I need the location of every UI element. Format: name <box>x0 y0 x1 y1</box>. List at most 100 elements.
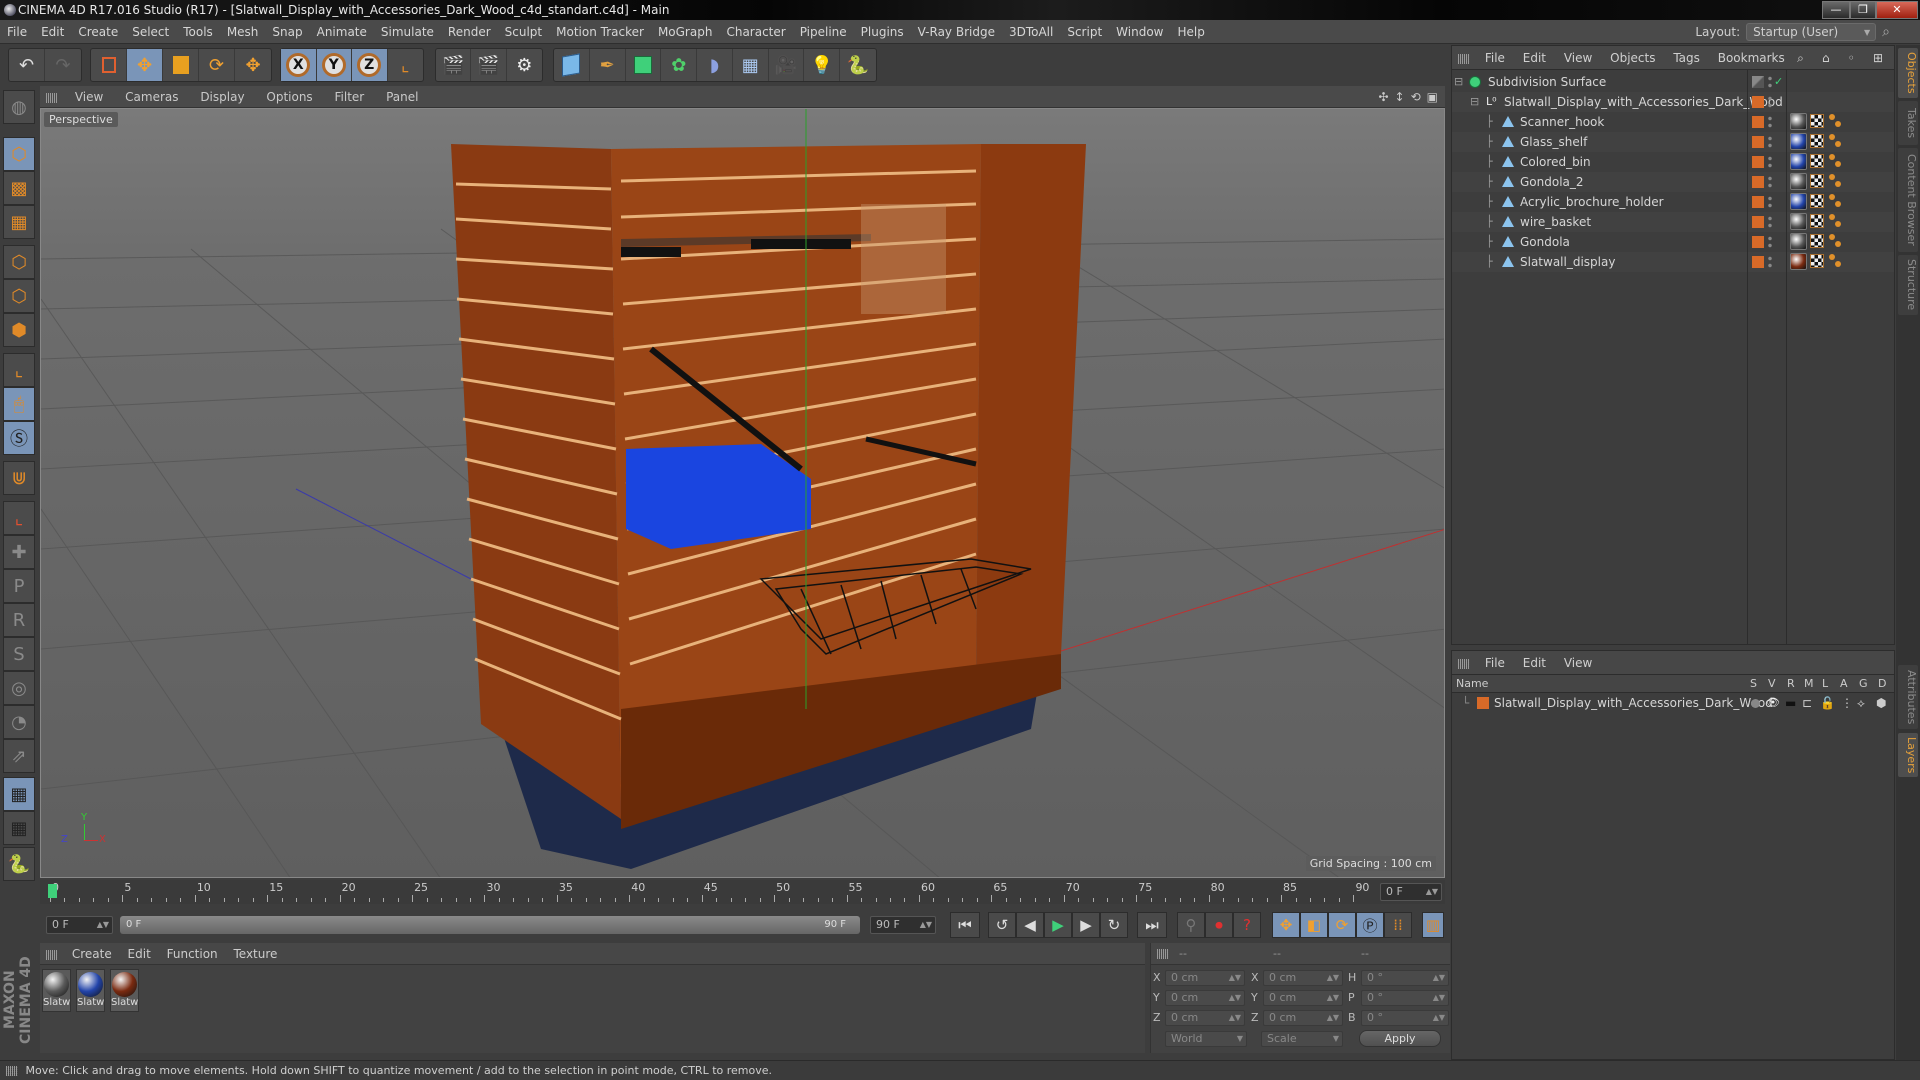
visible-toggle-icon[interactable]: 👁 <box>1766 693 1780 713</box>
rotate-key-icon[interactable]: ⟳ <box>1328 912 1356 938</box>
y-axis-icon[interactable]: Y <box>316 49 352 81</box>
tab-attributes[interactable]: Attributes <box>1898 665 1918 729</box>
layer-color-swatch[interactable] <box>1752 256 1764 268</box>
visibility-dots-icon[interactable] <box>1768 195 1772 209</box>
python-icon[interactable]: 🐍 <box>3 847 35 881</box>
pan-view-icon[interactable]: ✣ <box>1375 86 1391 108</box>
menu-mograph[interactable]: MoGraph <box>651 20 720 44</box>
material-swatch[interactable]: Slatw <box>42 969 71 1012</box>
next-key-icon[interactable]: ↻ <box>1100 912 1128 938</box>
dolly-view-icon[interactable]: ↕ <box>1392 86 1408 108</box>
selection-tag-icon[interactable] <box>1829 114 1843 128</box>
texture-mode-icon[interactable]: ▩ <box>3 171 35 205</box>
layer-color-icon[interactable] <box>1752 76 1764 88</box>
range-slider[interactable]: 0 F 90 F <box>120 916 860 934</box>
camera-label[interactable]: Perspective <box>44 112 118 127</box>
menu-plugins[interactable]: Plugins <box>854 20 911 44</box>
subdivision-surface-icon[interactable] <box>626 49 662 81</box>
play-icon[interactable]: ▶ <box>1044 912 1072 938</box>
locked-workplane-axis-icon[interactable]: ⌞ <box>3 501 35 535</box>
animation-toggle-icon[interactable]: ⋮ <box>1841 693 1853 713</box>
layer-menu-view[interactable]: View <box>1557 651 1599 675</box>
tab-objects[interactable]: Objects <box>1898 48 1918 98</box>
material-tag-icon[interactable] <box>1790 193 1807 210</box>
layout-dropdown[interactable]: Startup (User) <box>1746 23 1877 41</box>
eye-icon[interactable]: ◦ <box>1841 46 1862 70</box>
close-button[interactable]: ✕ <box>1876 1 1918 19</box>
keyframe-selection-icon[interactable]: ? <box>1233 912 1261 938</box>
tab-structure[interactable]: Structure <box>1898 255 1918 315</box>
uvw-tag-icon[interactable] <box>1810 234 1824 248</box>
uvw-tag-icon[interactable] <box>1810 194 1824 208</box>
layer-color-swatch[interactable] <box>1477 697 1489 709</box>
visibility-dots-icon[interactable] <box>1768 135 1772 149</box>
menu-character[interactable]: Character <box>719 20 792 44</box>
coordinate-space-select[interactable]: World ▼ <box>1165 1031 1247 1047</box>
3d-viewport[interactable]: Perspective Grid Spacing : 100 cm Y Z X <box>40 108 1445 878</box>
material-tag-icon[interactable] <box>1790 153 1807 170</box>
timeline-ruler[interactable]: 051015202530354045505560657075808590 0 F… <box>40 880 1445 904</box>
menu-3dtoall[interactable]: 3DToAll <box>1002 20 1060 44</box>
selection-tag-icon[interactable] <box>1829 174 1843 188</box>
add-keyframe-icon[interactable]: ✚ <box>3 535 35 569</box>
edit-render-settings-icon[interactable]: ⚙ <box>507 49 542 81</box>
object-row[interactable]: ├ Gondola <box>1452 232 1894 252</box>
position-key-icon[interactable]: P <box>3 569 35 603</box>
layer-color-swatch[interactable] <box>1752 216 1764 228</box>
layer-column-s[interactable]: S <box>1750 675 1757 693</box>
coordinate-field[interactable]: 0 ° ▲▼ <box>1361 970 1449 986</box>
coordinate-field[interactable]: 0 cm ▲▼ <box>1165 970 1245 986</box>
layer-color-swatch[interactable] <box>1752 196 1764 208</box>
live-selection-icon[interactable] <box>91 49 127 81</box>
viewport-menu-view[interactable]: View <box>66 86 112 108</box>
selection-tag-icon[interactable] <box>1829 194 1843 208</box>
object-row[interactable]: ├ Glass_shelf <box>1452 132 1894 152</box>
menu-pipeline[interactable]: Pipeline <box>793 20 854 44</box>
object-menu-edit[interactable]: Edit <box>1516 46 1553 70</box>
layer-row[interactable]: └ Slatwall_Display_with_Accessories_Dark… <box>1452 693 1894 713</box>
previous-frame-icon[interactable]: ◀ <box>1016 912 1044 938</box>
scale-key-icon[interactable]: ◧ <box>1300 912 1328 938</box>
layer-column-m[interactable]: M <box>1804 675 1814 693</box>
polygons-mode-icon[interactable]: ⬢ <box>3 313 35 347</box>
object-row[interactable]: ├ Gondola_2 <box>1452 172 1894 192</box>
locked-workplane-icon[interactable]: ▦ <box>3 777 35 811</box>
home-icon[interactable]: ⌂ <box>1815 46 1837 70</box>
menu-v-ray-bridge[interactable]: V-Ray Bridge <box>911 20 1002 44</box>
layer-menu-file[interactable]: File <box>1478 651 1512 675</box>
layer-column-g[interactable]: G <box>1859 675 1868 693</box>
go-to-end-icon[interactable]: ⏭ <box>1137 912 1167 938</box>
material-tag-icon[interactable] <box>1790 233 1807 250</box>
camera-icon[interactable]: 🎥 <box>769 49 805 81</box>
viewport-menu-filter[interactable]: Filter <box>326 86 374 108</box>
visibility-dots-icon[interactable] <box>1768 155 1772 169</box>
points-mode-icon[interactable]: ⬡ <box>3 245 35 279</box>
selection-tag-icon[interactable] <box>1829 254 1843 268</box>
deformer-icon[interactable]: ◗ <box>697 49 733 81</box>
solo-icon[interactable]: Ⓢ <box>3 421 35 455</box>
search-icon[interactable]: ⌕ <box>1882 24 1890 40</box>
layer-column-d[interactable]: D <box>1878 675 1886 693</box>
layer-color-swatch[interactable] <box>1752 156 1764 168</box>
object-row[interactable]: ├ Slatwall_display <box>1452 252 1894 272</box>
new-panel-icon[interactable]: ⊞ <box>1866 46 1890 70</box>
record-disabled-icon[interactable]: ⚲ <box>1177 912 1205 938</box>
coordinate-field[interactable]: 0 ° ▲▼ <box>1361 990 1449 1006</box>
collapse-toggle-icon[interactable]: ⊟ <box>1470 92 1479 112</box>
move-icon[interactable]: ✥ <box>127 49 163 81</box>
render-picture-viewer-icon[interactable]: 🎬 <box>471 49 507 81</box>
object-row[interactable]: ├ Acrylic_brochure_holder <box>1452 192 1894 212</box>
floor-icon[interactable]: ▦ <box>733 49 769 81</box>
viewport-menu-options[interactable]: Options <box>257 86 321 108</box>
coordinate-field[interactable]: 0 cm ▲▼ <box>1165 990 1245 1006</box>
object-row[interactable]: ⊟ L⁰ Slatwall_Display_with_Accessories_Dar… <box>1452 92 1894 112</box>
snap-magnet-icon[interactable]: ⋓ <box>3 461 35 495</box>
selection-tag-icon[interactable] <box>1829 214 1843 228</box>
material-menu-function[interactable]: Function <box>161 943 224 965</box>
python-icon[interactable]: 🐍 <box>840 49 876 81</box>
object-menu-bookmarks[interactable]: Bookmarks <box>1711 46 1792 70</box>
visibility-dots-icon[interactable] <box>1768 95 1772 109</box>
lock-toggle-icon[interactable]: 🔓 <box>1820 693 1835 713</box>
param-key-icon[interactable]: Ⓟ <box>1356 912 1384 938</box>
enabled-check-icon[interactable]: ✓ <box>1774 72 1783 92</box>
